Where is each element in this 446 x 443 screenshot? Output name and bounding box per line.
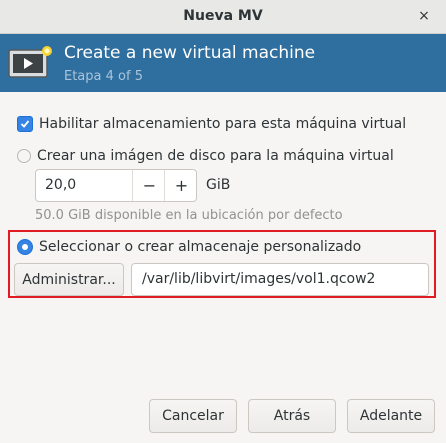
enable-storage-checkbox[interactable]: Habilitar almacenamiento para esta máqui… (17, 116, 406, 132)
titlebar: Nueva MV × (0, 0, 446, 34)
radio-selected-icon (17, 239, 33, 255)
cancel-button[interactable]: Cancelar (149, 399, 237, 433)
forward-button[interactable]: Adelante (347, 399, 435, 433)
disk-size-value[interactable]: 20,0 (45, 177, 76, 193)
checkbox-checked-icon (17, 116, 33, 132)
storage-path-input[interactable]: /var/lib/libvirt/images/vol1.qcow2 (131, 263, 429, 296)
decrement-button[interactable]: − (132, 170, 166, 201)
disk-size-unit: GiB (206, 177, 231, 193)
enable-storage-label: Habilitar almacenamiento para esta máqui… (39, 116, 407, 132)
manage-button[interactable]: Administrar... (14, 263, 124, 296)
banner-heading: Create a new virtual machine (64, 43, 316, 63)
custom-storage-label: Seleccionar o crear almacenaje personali… (39, 239, 362, 255)
step-indicator: Etapa 4 of 5 (64, 69, 143, 84)
create-image-radio[interactable]: Crear una imágen de disco para la máquin… (17, 148, 394, 164)
increment-button[interactable]: + (164, 170, 198, 201)
available-space-text: 50.0 GiB disponible en la ubicación por … (35, 208, 343, 223)
header-banner: Create a new virtual machine Etapa 4 of … (0, 34, 446, 92)
window-title: Nueva MV (183, 8, 263, 24)
create-image-label: Crear una imágen de disco para la máquin… (37, 148, 394, 164)
disk-size-spinbutton[interactable]: 20,0 − + (35, 169, 197, 202)
custom-storage-radio[interactable]: Seleccionar o crear almacenaje personali… (17, 239, 361, 255)
close-icon[interactable]: × (416, 8, 432, 24)
new-vm-dialog: Nueva MV × Create a new virtual machine … (0, 0, 446, 443)
back-button[interactable]: Atrás (248, 399, 336, 433)
virtual-machine-icon (8, 46, 52, 78)
radio-unselected-icon (17, 149, 31, 163)
